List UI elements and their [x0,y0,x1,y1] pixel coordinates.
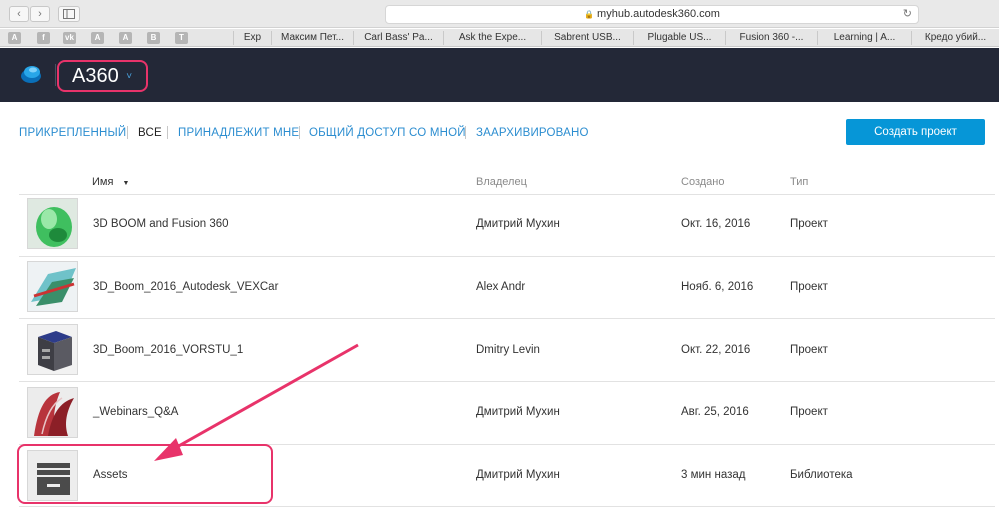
annotation-arrow-icon [154,343,359,461]
